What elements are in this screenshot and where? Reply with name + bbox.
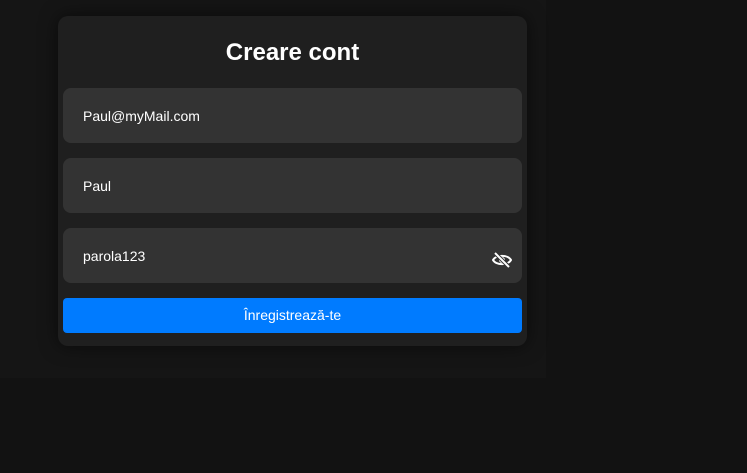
email-field[interactable]: Paul@myMail.com [63,88,522,143]
password-value: parola123 [83,248,146,264]
eye-slash-icon[interactable] [492,252,512,268]
register-card: Creare cont Paul@myMail.com Paul parola1… [58,16,527,346]
page: Creare cont Paul@myMail.com Paul parola1… [0,0,747,473]
register-button[interactable]: Înregistrează-te [63,298,522,333]
form-title: Creare cont [225,39,360,66]
password-field[interactable]: parola123 [63,228,522,283]
name-value: Paul [83,178,112,194]
email-value: Paul@myMail.com [83,108,200,124]
name-field[interactable]: Paul [63,158,522,213]
